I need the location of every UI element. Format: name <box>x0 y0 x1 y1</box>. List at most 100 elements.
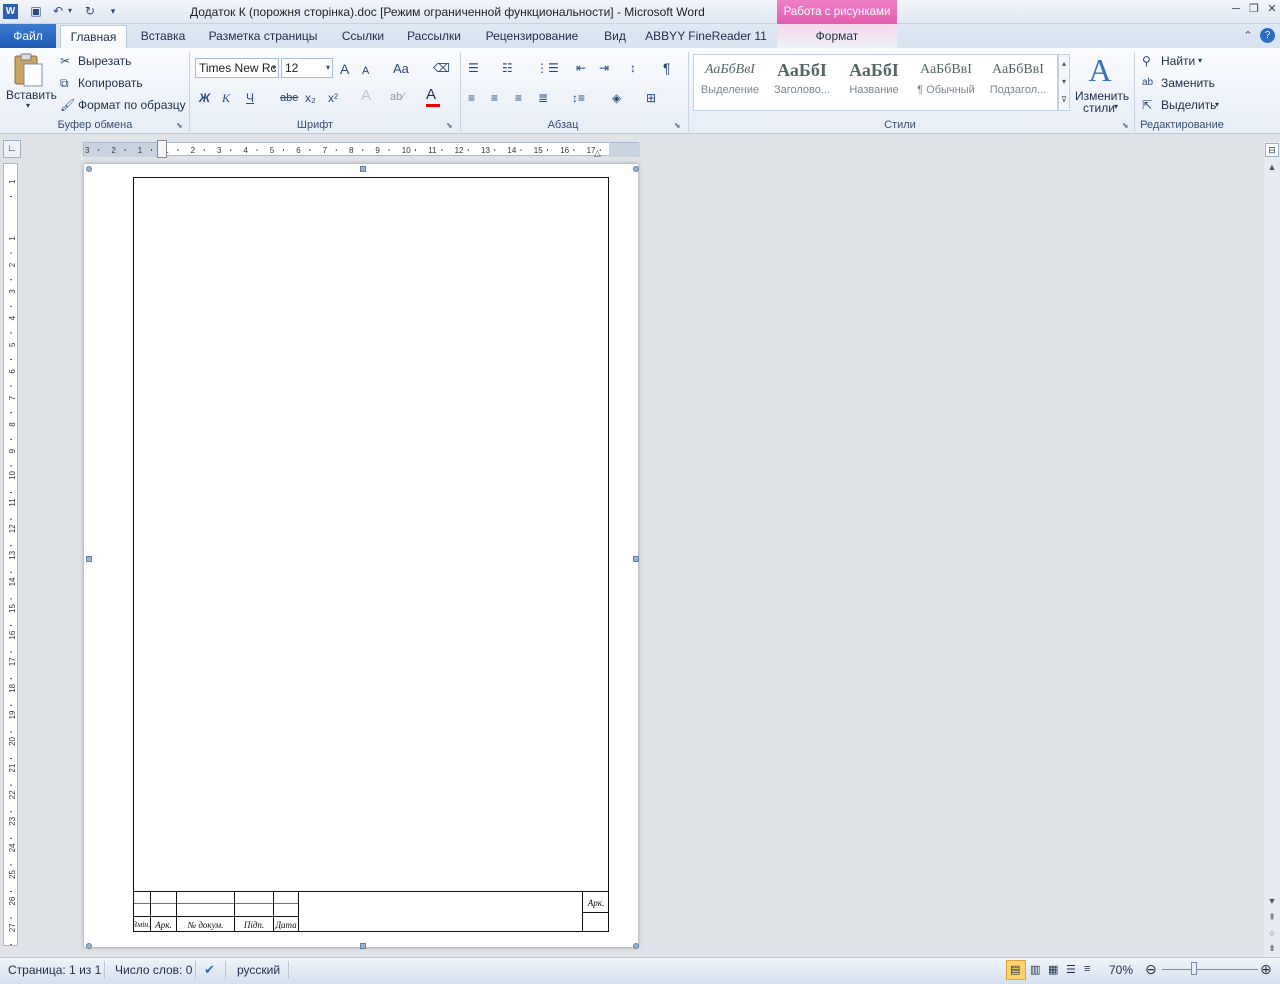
format-painter-button[interactable]: Формат по образцу <box>78 98 186 112</box>
scroll-up-icon[interactable]: ▲ <box>1265 162 1279 176</box>
style-normal[interactable]: АаБбВвІ ¶ Обычный <box>912 56 980 108</box>
resize-handle[interactable] <box>86 556 92 562</box>
paragraph-launcher-icon[interactable]: ⬊ <box>674 121 681 130</box>
subscript-icon[interactable]: x₂ <box>305 90 316 106</box>
select-dropdown-icon[interactable]: ▾ <box>1215 100 1219 109</box>
help-icon[interactable]: ? <box>1260 28 1275 43</box>
style-title[interactable]: АаБбІ Название <box>840 56 908 108</box>
browse-object-icon[interactable]: ○ <box>1265 928 1279 942</box>
line-spacing-icon[interactable]: ↕≡ <box>572 90 585 106</box>
bold-icon[interactable]: Ж <box>199 90 210 106</box>
change-styles-label-2[interactable]: стили <box>1083 101 1115 115</box>
borders-icon[interactable]: ⊞ <box>646 90 656 106</box>
select-button[interactable]: Выделить <box>1161 98 1216 112</box>
clear-formatting-icon[interactable]: ⌫ <box>433 60 450 76</box>
zoom-in-icon[interactable]: ⊕ <box>1260 961 1272 978</box>
replace-button[interactable]: Заменить <box>1161 76 1215 90</box>
italic-icon[interactable]: К <box>222 90 230 106</box>
decrease-indent-icon[interactable]: ⇤ <box>576 60 586 76</box>
superscript-icon[interactable]: x² <box>328 90 338 106</box>
restore-icon[interactable]: ❐ <box>1246 2 1262 16</box>
draft-icon[interactable]: ≡ <box>1084 963 1090 975</box>
indent-marker[interactable] <box>157 140 167 158</box>
cut-button[interactable]: Вырезать <box>78 54 131 68</box>
word-app-icon[interactable]: W <box>3 4 18 19</box>
scroll-down-icon[interactable]: ▼ <box>1265 896 1279 910</box>
copy-button[interactable]: Копировать <box>78 76 143 90</box>
save-icon[interactable]: ▣ <box>28 3 44 19</box>
tab-review[interactable]: Рецензирование <box>478 24 586 48</box>
page-count[interactable]: Страница: 1 из 1 <box>8 963 101 977</box>
paste-button[interactable] <box>10 52 46 88</box>
align-center-icon[interactable]: ≡ <box>491 90 498 106</box>
sort-icon[interactable]: ↕ <box>630 60 636 76</box>
align-left-icon[interactable]: ≡ <box>468 90 475 106</box>
bullets-icon[interactable]: ☰ <box>468 60 479 76</box>
resize-handle[interactable] <box>633 943 639 949</box>
full-screen-reading-icon[interactable]: ▥ <box>1030 963 1040 976</box>
vertical-scrollbar[interactable] <box>1264 142 1280 957</box>
tab-selector[interactable]: ∟ <box>3 140 21 158</box>
shrink-font-icon[interactable]: A <box>362 63 369 79</box>
tab-insert[interactable]: Вставка <box>135 24 191 48</box>
vertical-ruler[interactable]: 1 1 2 3 4 5 6 7 8 9 10 11 12 13 14 15 16 17 18 19 20 21 22 23 24… <box>3 163 18 946</box>
change-styles-dropdown-icon[interactable]: ▾ <box>1114 102 1118 111</box>
zoom-slider-track[interactable] <box>1162 969 1258 970</box>
font-color-icon[interactable]: A <box>426 87 436 103</box>
resize-handle[interactable] <box>633 556 639 562</box>
resize-handle[interactable] <box>86 166 92 172</box>
find-button[interactable]: Найти <box>1161 54 1195 68</box>
grow-font-icon[interactable]: A <box>340 61 349 77</box>
tab-view[interactable]: Вид <box>596 24 634 48</box>
change-styles-icon[interactable]: A <box>1080 52 1120 88</box>
styles-launcher-icon[interactable]: ⬊ <box>1122 121 1129 130</box>
right-indent-marker[interactable]: △ <box>594 148 601 159</box>
gallery-scroll[interactable]: ▴ ▾ ⊽ <box>1058 54 1070 111</box>
resize-handle[interactable] <box>360 943 366 949</box>
proofing-icon[interactable]: ✔ <box>204 962 215 978</box>
font-launcher-icon[interactable]: ⬊ <box>446 121 453 130</box>
ruler-toggle-icon[interactable]: ⊟ <box>1265 143 1279 157</box>
style-heading[interactable]: АаБбІ Заголово... <box>768 56 836 108</box>
page-frame-border[interactable] <box>133 177 609 932</box>
increase-indent-icon[interactable]: ⇥ <box>599 60 609 76</box>
previous-page-icon[interactable]: ⇞ <box>1265 912 1279 926</box>
zoom-level[interactable]: 70% <box>1109 963 1133 977</box>
paste-label[interactable]: Вставить <box>6 88 57 102</box>
word-count[interactable]: Число слов: 0 <box>115 963 192 977</box>
tab-format[interactable]: Формат <box>777 24 897 48</box>
text-effects-icon[interactable]: A <box>361 88 371 104</box>
numbering-icon[interactable]: ☷ <box>502 60 513 76</box>
shading-icon[interactable]: ◈ <box>612 90 621 106</box>
tab-mailings[interactable]: Рассылки <box>402 24 466 48</box>
minimize-ribbon-icon[interactable]: ⌃ <box>1240 29 1256 43</box>
minimize-icon[interactable]: ─ <box>1228 2 1244 16</box>
undo-dropdown-icon[interactable]: ▾ <box>66 3 74 19</box>
zoom-out-icon[interactable]: ⊖ <box>1145 961 1157 978</box>
align-right-icon[interactable]: ≡ <box>515 90 522 106</box>
web-layout-icon[interactable]: ▦ <box>1048 963 1058 976</box>
customize-qat-icon[interactable]: ▾ <box>105 3 121 19</box>
strikethrough-icon[interactable]: abe <box>280 90 298 106</box>
outline-icon[interactable]: ☰ <box>1066 963 1076 976</box>
justify-icon[interactable]: ≣ <box>538 90 548 106</box>
close-icon[interactable]: ✕ <box>1264 2 1280 16</box>
show-marks-icon[interactable]: ¶ <box>663 60 671 76</box>
find-dropdown-icon[interactable]: ▾ <box>1198 56 1202 65</box>
paste-dropdown-icon[interactable]: ▾ <box>26 101 30 110</box>
underline-icon[interactable]: Ч <box>246 90 254 106</box>
tab-home[interactable]: Главная <box>60 25 127 49</box>
next-page-icon[interactable]: ⇟ <box>1265 943 1279 957</box>
style-emphasis[interactable]: АаБбВвІ Выделение <box>696 56 764 108</box>
language[interactable]: русский <box>237 963 280 977</box>
style-subtitle[interactable]: АаБбВвІ Подзагол... <box>984 56 1052 108</box>
font-name-field[interactable]: Times New Rc ▾ <box>195 58 279 78</box>
resize-handle[interactable] <box>633 166 639 172</box>
zoom-slider-thumb[interactable] <box>1191 962 1197 975</box>
redo-icon[interactable]: ↻ <box>82 3 98 19</box>
change-case-icon[interactable]: Aa <box>393 61 409 77</box>
tab-file[interactable]: Файл <box>0 24 56 48</box>
resize-handle[interactable] <box>360 166 366 172</box>
undo-icon[interactable]: ↶ <box>50 3 66 19</box>
clipboard-launcher-icon[interactable]: ⬊ <box>176 121 183 130</box>
